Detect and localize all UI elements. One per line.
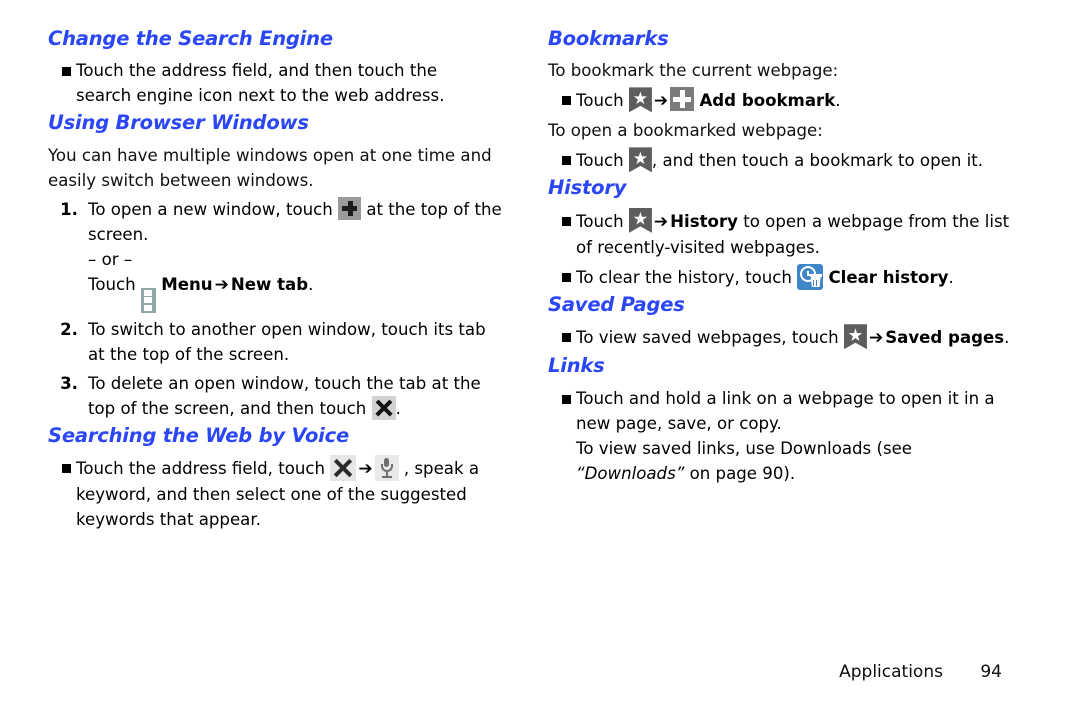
heading-bookmarks: Bookmarks — [548, 27, 669, 50]
plus-icon — [338, 196, 362, 220]
step-text-before: To open a new window, touch — [88, 199, 333, 219]
step-number: 1. — [60, 199, 78, 219]
menu-icon — [140, 287, 156, 313]
touch-label: Touch — [576, 211, 624, 231]
bullet-square-icon — [548, 324, 576, 343]
clear-history-icon — [797, 263, 824, 290]
bullet-square-icon — [548, 208, 576, 226]
list-item: Touch the address field, and then touch … — [48, 58, 518, 108]
downloads-reference: “Downloads” — [576, 463, 685, 483]
arrow-icon: ➔ — [868, 328, 884, 349]
period: . — [395, 398, 401, 418]
list-item: Touch the address field, touch ➔ , speak… — [48, 455, 518, 532]
footer-page-number: 94 — [980, 662, 1002, 682]
bullet-square-icon — [548, 264, 576, 282]
period: . — [948, 267, 954, 287]
microphone-icon — [374, 455, 399, 482]
menu-label: Menu — [161, 274, 213, 294]
step-number: 3. — [60, 373, 78, 393]
alt-touch-label: Touch — [88, 274, 136, 294]
period: . — [308, 274, 314, 294]
bullet-text: Touch ➔ History to open a webpage from th… — [576, 207, 1018, 260]
heading-history: History — [548, 176, 627, 200]
bullet-square-icon — [548, 386, 576, 404]
arrow-icon: ➔ — [358, 459, 373, 480]
bullet-square-icon — [48, 455, 76, 474]
touch-label: Touch — [576, 151, 624, 171]
bullet-text: Touch ➔ Add bookmark. — [576, 87, 1018, 114]
list-item: 3. To delete an open window, touch the t… — [48, 371, 518, 421]
links-sub-text: To view saved links, use Downloads (see … — [576, 436, 1018, 486]
heading-searching-the-web-by-voice: Searching the Web by Voice — [48, 423, 350, 447]
new-tab-label: New tab — [230, 274, 309, 294]
intro-paragraph: You can have multiple windows open at on… — [48, 145, 492, 190]
bullet-text-before: Touch the address field, touch — [76, 459, 326, 479]
bullet-text: Touch , and then touch a bookmark to ope… — [576, 147, 1018, 173]
list-item: To view saved webpages, touch ➔ Saved pag… — [548, 324, 1018, 351]
history-label: History — [670, 211, 738, 231]
step-text-before: To delete an open window, touch the tab … — [88, 373, 481, 418]
arrow-icon: ➔ — [653, 91, 669, 112]
bullet-text: Touch and hold a link on a webpage to op… — [576, 386, 1018, 486]
bullet-text: Touch the address field, and then touch … — [76, 61, 445, 106]
arrow-icon: ➔ — [653, 211, 669, 232]
bullet-text: To clear the history, touch Clear histor… — [576, 263, 1018, 290]
bullet-text-after: , and then touch a bookmark to open it. — [651, 151, 984, 171]
saved-pages-label: Saved pages — [885, 328, 1005, 348]
list-item: Touch and hold a link on a webpage to op… — [548, 386, 1018, 486]
list-item: Touch , and then touch a bookmark to ope… — [548, 147, 1018, 173]
step-text: To open a new window, touch at the top o… — [88, 196, 506, 313]
add-bookmark-label: Add bookmark — [699, 91, 836, 111]
right-column: Bookmarks To bookmark the current webpag… — [548, 27, 1018, 490]
list-item: 2. To switch to another open window, tou… — [48, 317, 518, 367]
alternate-instruction: Touch Menu ➔ New tab. — [88, 272, 506, 313]
clear-history-label: Clear history — [828, 267, 949, 287]
bookmarks-intro-1: To bookmark the current webpage: — [548, 61, 839, 81]
bookmark-star-icon — [628, 87, 652, 113]
bullet-text: To view saved webpages, touch ➔ Saved pag… — [576, 324, 1018, 351]
bullet-square-icon — [548, 147, 576, 166]
step-text: To switch to another open window, touch … — [88, 319, 486, 364]
add-bookmark-plus-icon — [670, 87, 695, 112]
heading-saved-pages: Saved Pages — [548, 292, 685, 316]
touch-label: Touch — [576, 91, 624, 111]
or-separator: – or – — [88, 249, 133, 269]
bookmark-star-icon — [843, 324, 867, 350]
manual-page: Change the Search Engine Touch the addre… — [0, 0, 1080, 720]
bookmarks-intro-2: To open a bookmarked webpage: — [548, 121, 823, 141]
close-x-icon — [330, 455, 357, 482]
bullet-text: Touch the address field, touch ➔ , speak… — [76, 455, 494, 532]
step-number: 2. — [60, 319, 78, 339]
links-sub-before: To view saved links, use Downloads (see — [576, 438, 913, 458]
list-item: Touch ➔ History to open a webpage from th… — [548, 207, 1018, 260]
step-text: To delete an open window, touch the tab … — [88, 371, 506, 421]
heading-change-the-search-engine: Change the Search Engine — [48, 27, 333, 50]
bookmark-star-icon — [628, 207, 652, 233]
footer-chapter-label: Applications — [839, 662, 943, 682]
bookmark-star-icon — [628, 147, 652, 173]
heading-using-browser-windows: Using Browser Windows — [48, 111, 309, 135]
bullet-text-before: To clear the history, touch — [576, 267, 792, 287]
left-column: Change the Search Engine Touch the addre… — [48, 27, 518, 536]
list-item: To clear the history, touch Clear histor… — [548, 263, 1018, 290]
close-x-icon — [371, 395, 396, 420]
period: . — [835, 91, 841, 111]
arrow-icon: ➔ — [214, 274, 229, 295]
bullet-text-before: To view saved webpages, touch — [576, 328, 839, 348]
list-item: 1. To open a new window, touch at the to… — [48, 196, 518, 313]
links-main-text: Touch and hold a link on a webpage to op… — [576, 388, 995, 433]
list-item: Touch ➔ Add bookmark. — [548, 87, 1018, 114]
bullet-square-icon — [48, 58, 76, 77]
period: . — [1004, 328, 1010, 348]
bullet-square-icon — [548, 87, 576, 106]
page-footer: Applications 94 — [0, 662, 1080, 682]
links-sub-after: on page 90). — [689, 463, 796, 483]
heading-links: Links — [548, 354, 605, 378]
